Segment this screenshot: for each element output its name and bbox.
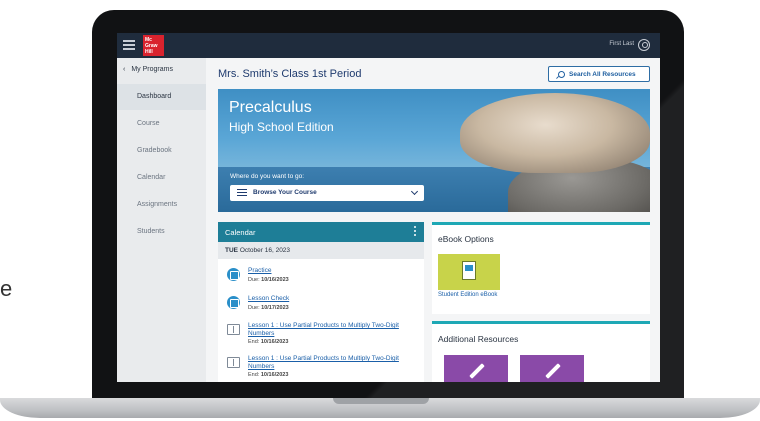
laptop-screen: Mc Graw Hill First Last ‹ My Programs Das… [117, 33, 660, 382]
search-button-label: Search All Resources [569, 71, 636, 78]
calendar-item-link[interactable]: Lesson 1 : Use Partial Products to Multi… [248, 322, 418, 338]
calendar-item-due: End: 10/16/2023 [248, 372, 289, 378]
pencil-icon [469, 363, 485, 379]
laptop-notch [333, 398, 429, 404]
calendar-date: TUE October 16, 2023 [218, 242, 424, 259]
calendar-day: TUE [225, 247, 238, 254]
panel-accent-bar [432, 321, 650, 324]
course-edition: High School Edition [229, 120, 334, 134]
sidebar-item-calendar[interactable]: Calendar [117, 165, 206, 191]
calendar-item-due: Due: 10/16/2023 [248, 277, 289, 283]
sidebar-item-students[interactable]: Students [117, 219, 206, 245]
calendar-item-due: Due: 10/17/2023 [248, 305, 289, 311]
sidebar-item-course[interactable]: Course [117, 111, 206, 137]
calendar-widget: Calendar TUE October 16, 2023 Practice D… [218, 222, 424, 382]
practice-icon [227, 268, 240, 281]
lesson-check-icon [227, 296, 240, 309]
search-all-resources-button[interactable]: Search All Resources [548, 66, 650, 82]
book-icon [227, 357, 240, 368]
page-title: Mrs. Smith’s Class 1st Period [218, 68, 362, 80]
cropped-caption-letter: e [0, 276, 13, 301]
main-content: Mrs. Smith’s Class 1st Period Search All… [206, 58, 660, 382]
pencil-icon [545, 363, 561, 379]
list-icon [237, 189, 247, 197]
calendar-item-due: End: 10/16/2023 [248, 339, 289, 345]
calendar-title: Calendar [225, 228, 256, 237]
chevron-down-icon [410, 187, 419, 196]
hero-rock-upper [460, 93, 650, 173]
user-account-icon[interactable] [638, 39, 650, 51]
sidebar-item-assignments[interactable]: Assignments [117, 192, 206, 218]
my-programs-link[interactable]: ‹ My Programs [123, 66, 173, 73]
resource-tile[interactable] [520, 355, 584, 382]
course-hero-banner: Precalculus High School Edition Where do… [218, 89, 650, 212]
laptop-mockup: e Mc Graw Hill First Last ‹ My Programs D… [0, 0, 760, 421]
top-bar: Mc Graw Hill First Last [117, 33, 660, 58]
calendar-item-link[interactable]: Lesson 1 : Use Partial Products to Multi… [248, 355, 418, 371]
select-value: Browse Your Course [253, 189, 317, 196]
navigate-label: Where do you want to go: [230, 173, 305, 180]
calendar-date-text: October 16, 2023 [239, 247, 291, 254]
ebook-options-panel: eBook Options Student Edition eBook [432, 222, 650, 314]
additional-resources-panel: Additional Resources [432, 321, 650, 382]
more-options-icon[interactable] [414, 226, 417, 238]
resource-tile[interactable] [444, 355, 508, 382]
calendar-item-link[interactable]: Practice [248, 267, 418, 275]
search-icon [558, 71, 565, 78]
sidebar-item-dashboard[interactable]: Dashboard [117, 84, 206, 110]
calendar-item-link[interactable]: Lesson Check [248, 295, 418, 303]
chevron-left-icon: ‹ [123, 66, 126, 73]
panel-accent-bar [432, 222, 650, 225]
my-programs-label: My Programs [131, 66, 173, 73]
calendar-header: Calendar [218, 222, 424, 242]
ebook-icon [462, 261, 476, 280]
student-edition-ebook-tile[interactable] [438, 254, 500, 290]
sidebar: ‹ My Programs Dashboard Course Gradebook … [117, 58, 206, 382]
additional-resources-title: Additional Resources [438, 334, 519, 344]
hamburger-menu-icon[interactable] [123, 40, 135, 50]
ebook-options-title: eBook Options [438, 234, 494, 244]
sidebar-item-gradebook[interactable]: Gradebook [117, 138, 206, 164]
user-name[interactable]: First Last [609, 41, 634, 47]
book-icon [227, 324, 240, 335]
mcgraw-hill-logo[interactable]: Mc Graw Hill [143, 35, 164, 56]
ebook-tile-label[interactable]: Student Edition eBook [438, 292, 508, 299]
browse-course-select[interactable]: Browse Your Course [230, 185, 424, 201]
course-title: Precalculus [229, 99, 312, 116]
